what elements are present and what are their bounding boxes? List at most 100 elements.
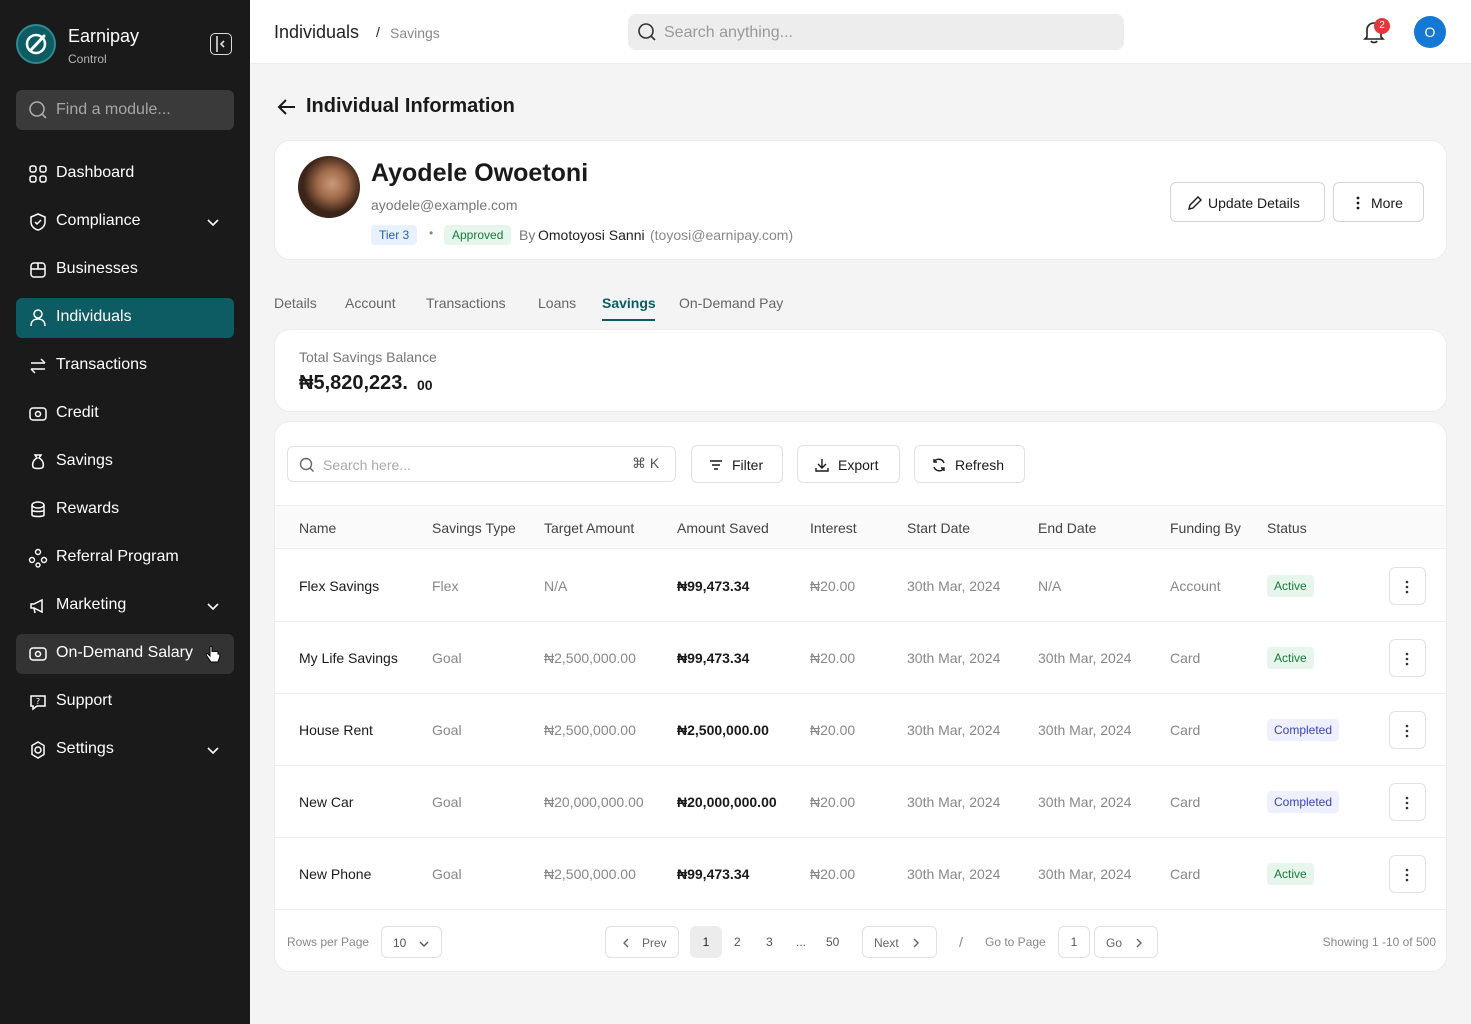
search-icon [299,457,314,472]
tab-transactions[interactable]: Transactions [426,295,506,311]
savings-table-card: Search here... ⌘ K Filter Export Refresh… [274,421,1447,972]
tab-savings[interactable]: Savings [602,295,656,311]
column-header[interactable]: Funding By [1170,520,1241,536]
search-icon [29,101,47,119]
cell-funding: Card [1170,794,1201,810]
brand[interactable]: Earnipay Control [16,24,234,66]
breadcrumb-savings: Savings [390,25,440,41]
go-to-page-input[interactable]: 1 [1058,926,1090,958]
sidebar-item-referral-program[interactable]: Referral Program [16,538,234,578]
sidebar-item-settings[interactable]: Settings [16,730,234,770]
sidebar: Earnipay Control Find a module... Dashbo… [0,0,250,1024]
collapse-sidebar-icon[interactable] [210,33,232,55]
sidebar-item-businesses[interactable]: Businesses [16,250,234,290]
sidebar-item-dashboard[interactable]: Dashboard [16,154,234,194]
sidebar-item-savings[interactable]: Savings [16,442,234,482]
megaphone-icon [30,598,43,614]
kebab-menu-icon [1405,580,1409,594]
cell-end: 30th Mar, 2024 [1038,722,1132,738]
tab-account[interactable]: Account [345,295,396,311]
table-search-input[interactable]: Search here... ⌘ K [287,446,676,482]
column-header[interactable]: Status [1267,520,1307,536]
rows-per-page-value: 10 [393,936,407,950]
rows-per-page-select[interactable]: 10 [381,926,442,958]
table-row[interactable]: Flex Savings Flex N/A ₦99,473.34 ₦20.00 … [275,550,1446,622]
page-3[interactable]: 3 [766,935,773,949]
column-header[interactable]: End Date [1038,520,1096,536]
export-label: Export [838,457,879,473]
sidebar-item-compliance[interactable]: Compliance [16,202,234,242]
column-header[interactable]: Start Date [907,520,970,536]
column-header[interactable]: Interest [810,520,857,536]
go-button[interactable]: Go [1094,926,1158,958]
sidebar-item-transactions[interactable]: Transactions [16,346,234,386]
table-row[interactable]: New Phone Goal ₦2,500,000.00 ₦99,473.34 … [275,838,1446,910]
pagination-separator: / [959,934,963,950]
balance-value: ₦5,820,223. [299,372,408,394]
user-avatar[interactable]: O [1414,16,1446,48]
sidebar-item-credit[interactable]: Credit [16,394,234,434]
page-2[interactable]: 2 [734,935,741,949]
module-search-input[interactable]: Find a module... [16,90,234,130]
tab-details[interactable]: Details [274,295,317,311]
sidebar-item-marketing[interactable]: Marketing [16,586,234,626]
sidebar-item-label: On-Demand Salary [56,644,193,661]
cell-target: ₦2,500,000.00 [544,722,636,738]
people-network-icon [28,548,48,568]
download-icon [815,459,829,472]
sidebar-item-rewards[interactable]: Rewards [16,490,234,530]
tab-on-demand-pay[interactable]: On-Demand Pay [679,295,783,311]
table-row[interactable]: My Life Savings Goal ₦2,500,000.00 ₦99,4… [275,622,1446,694]
export-button[interactable]: Export [797,445,900,483]
cell-saved: ₦99,473.34 [677,578,750,594]
arrow-left-icon[interactable] [276,96,298,118]
chevron-down-icon [207,219,219,227]
table-row[interactable]: House Rent Goal ₦2,500,000.00 ₦2,500,000… [275,694,1446,766]
row-actions-button[interactable] [1389,711,1426,749]
page-1-current[interactable]: 1 [690,926,722,958]
cell-end: N/A [1038,578,1062,594]
table-row[interactable]: New Car Goal ₦20,000,000.00 ₦20,000,000.… [275,766,1446,838]
approver-email: (toyosi@earnipay.com) [650,227,794,243]
refresh-button[interactable]: Refresh [914,445,1025,483]
cell-funding: Account [1170,578,1221,594]
chevron-down-icon [419,941,429,947]
balance-decimal: 00 [417,377,433,393]
top-bar: Individuals / Savings Search anything...… [250,0,1471,64]
column-header[interactable]: Savings Type [432,520,516,536]
tab-loans[interactable]: Loans [538,295,576,311]
sidebar-item-on-demand-salary[interactable]: On-Demand Salary [16,634,234,674]
next-page-button[interactable]: Next [862,926,937,958]
tier-badge: Tier 3 [371,225,418,245]
row-actions-button[interactable] [1389,639,1426,677]
update-details-button[interactable]: Update Details [1170,182,1325,222]
brand-name: Earnipay [68,26,140,46]
row-actions-button[interactable] [1389,783,1426,821]
column-header[interactable]: Target Amount [544,520,634,536]
global-search-input[interactable]: Search anything... [628,14,1124,50]
sidebar-item-label: Rewards [56,500,120,517]
more-button[interactable]: More [1333,182,1424,222]
go-label: Go [1106,936,1123,950]
row-actions-button[interactable] [1389,855,1426,893]
breadcrumb-individuals[interactable]: Individuals [274,22,359,43]
sidebar-item-label: Businesses [56,260,138,277]
row-actions-button[interactable] [1389,567,1426,605]
prev-page-button[interactable]: Prev [605,926,679,958]
page-50[interactable]: 50 [826,935,839,949]
gear-icon [31,741,45,759]
sidebar-item-label: Credit [56,404,99,421]
chevron-down-icon [207,603,219,611]
cell-interest: ₦20.00 [810,650,856,666]
sidebar-item-label: Transactions [56,356,147,373]
notification-badge: 2 [1374,18,1390,34]
cell-name: New Phone [299,866,372,882]
sidebar-item-individuals[interactable]: Individuals [16,298,234,338]
cell-interest: ₦20.00 [810,578,856,594]
column-header[interactable]: Name [299,520,336,536]
filter-button[interactable]: Filter [691,445,783,483]
filter-label: Filter [732,457,764,473]
column-header[interactable]: Amount Saved [677,520,769,536]
profile-email: ayodele@example.com [371,197,518,213]
sidebar-item-support[interactable]: ? Support [16,682,234,722]
